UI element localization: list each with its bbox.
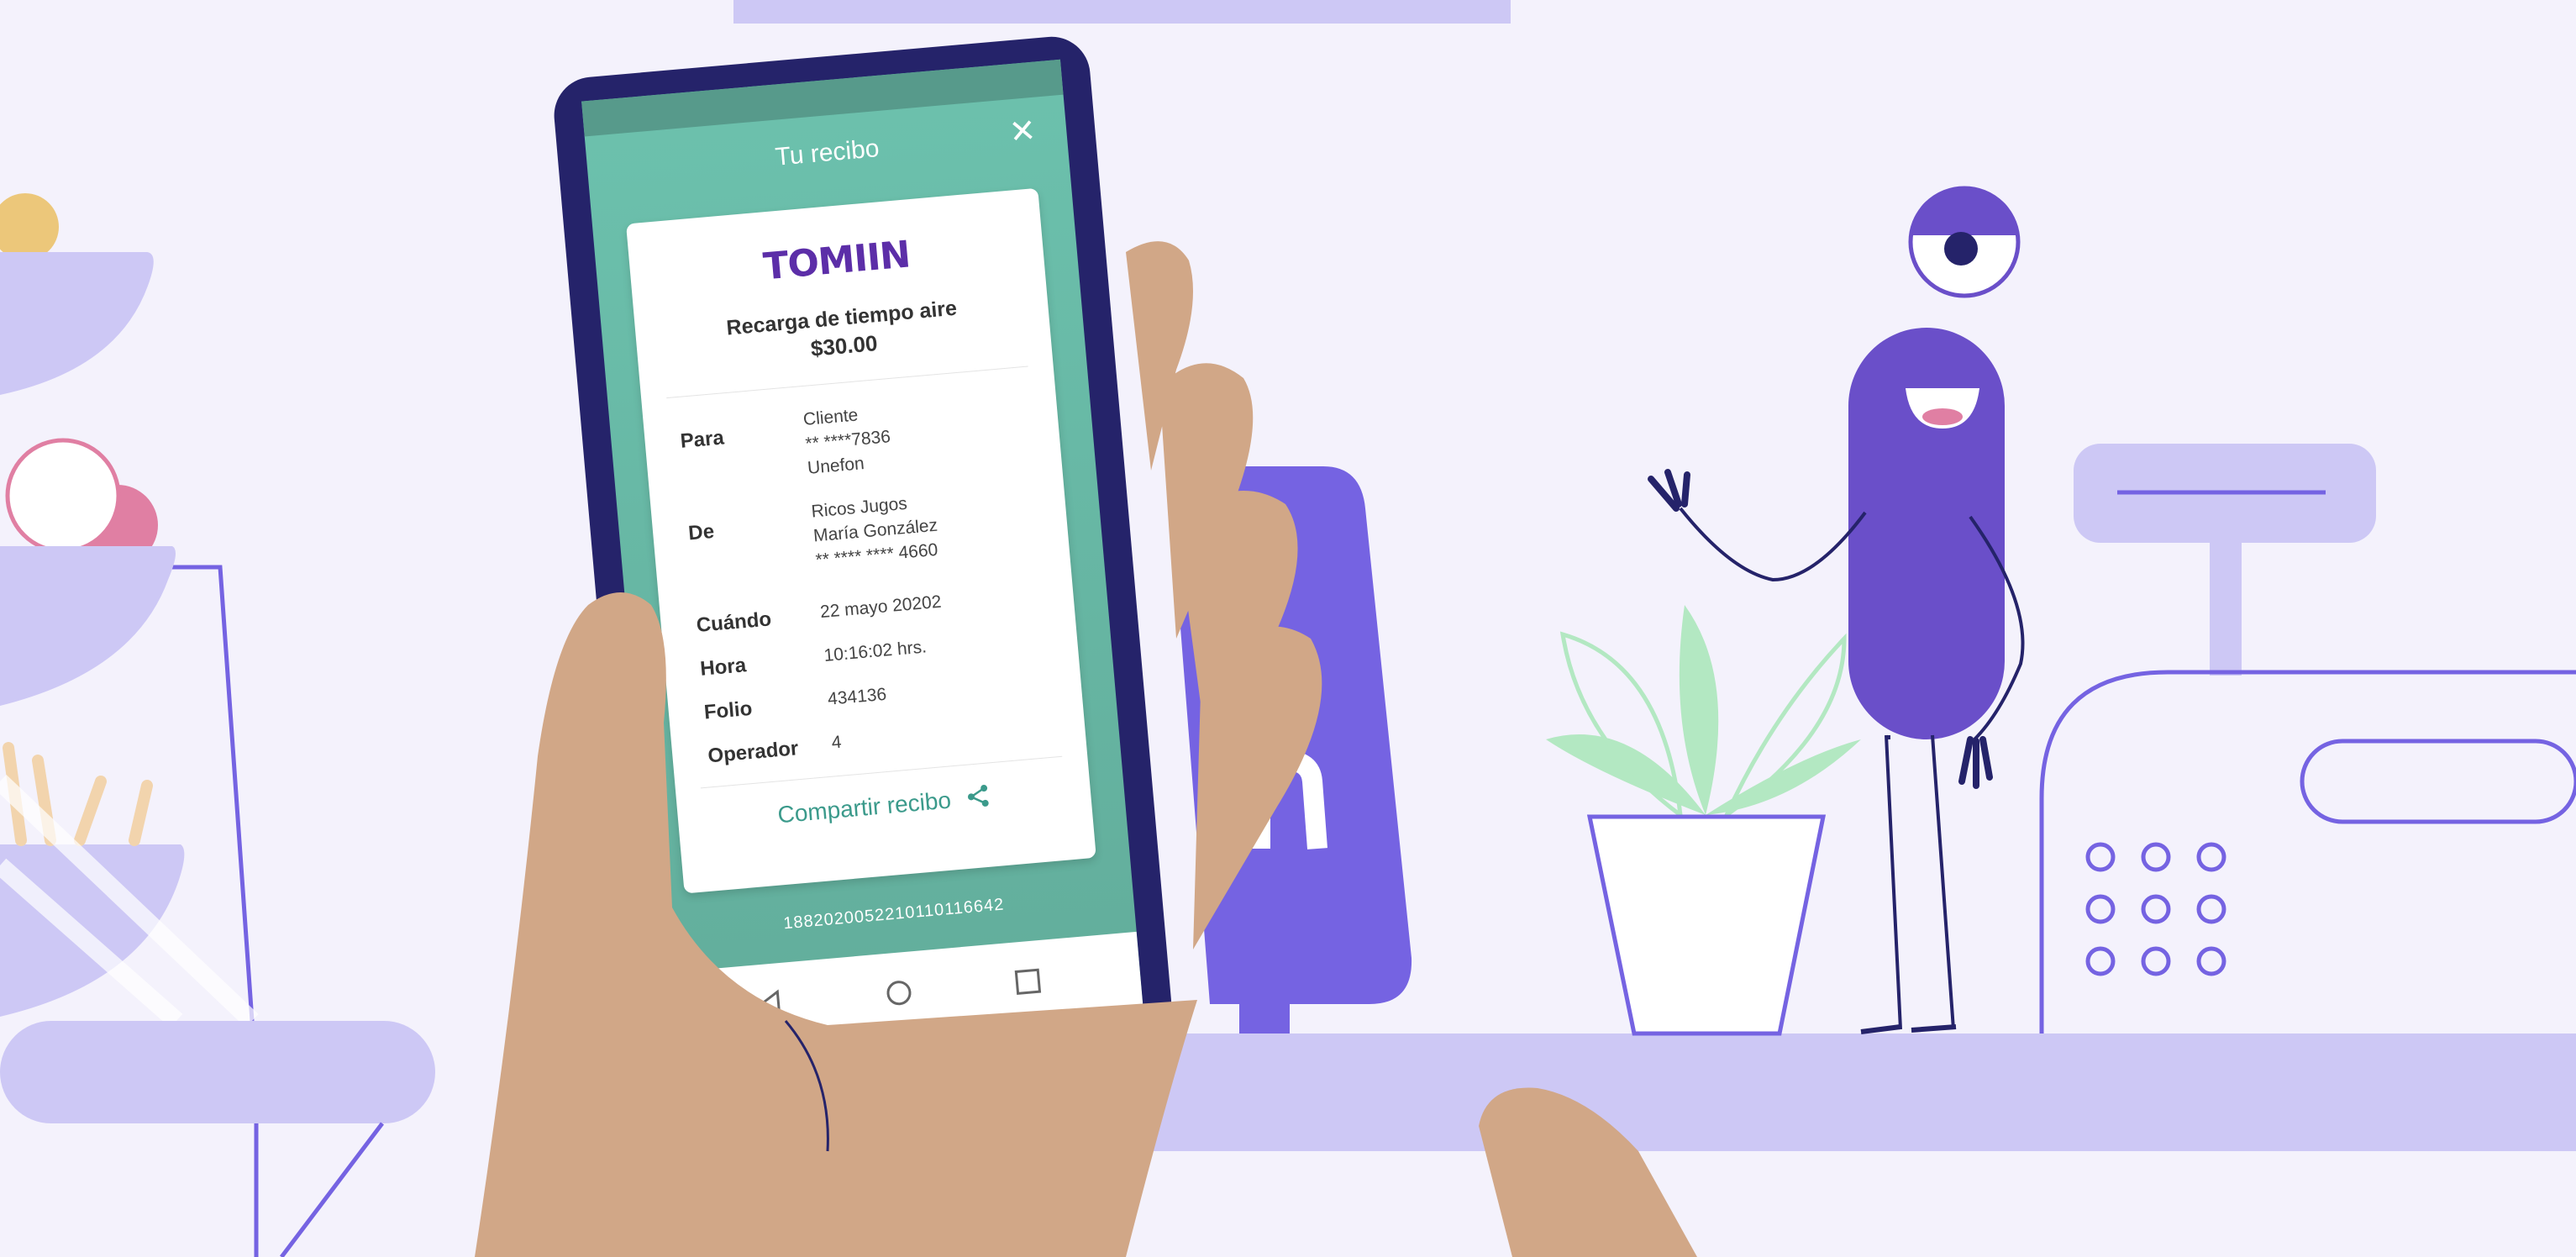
- hand-front: [475, 592, 1197, 1257]
- hand-palm: [475, 592, 1197, 1257]
